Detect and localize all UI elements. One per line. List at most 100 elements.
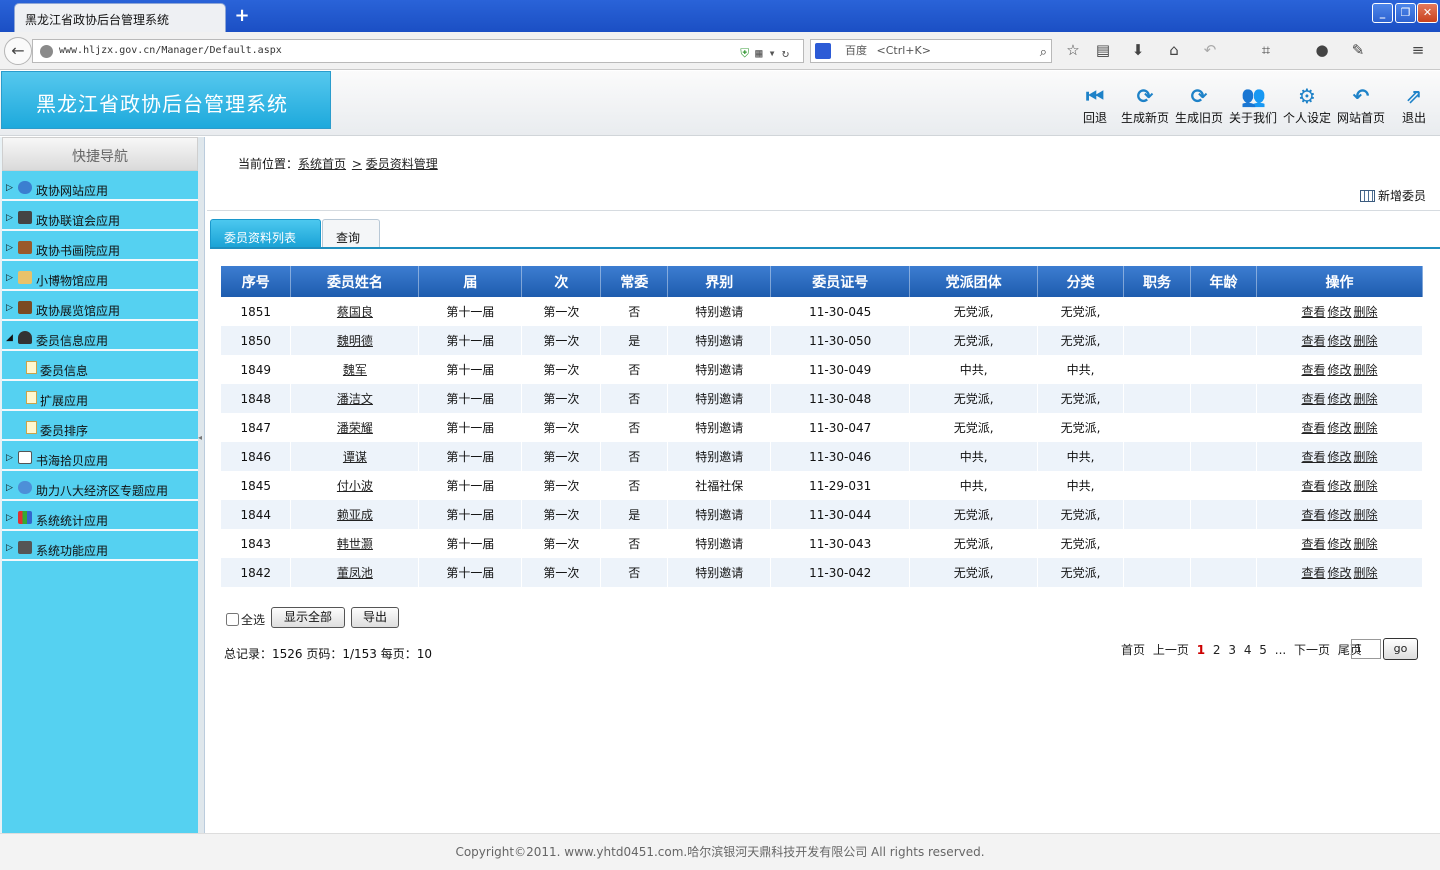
delete-link[interactable]: 删除 — [1354, 392, 1378, 406]
extension-icon[interactable]: ✎ — [1348, 40, 1368, 60]
go-button[interactable]: go — [1383, 638, 1418, 660]
edit-link[interactable]: 修改 — [1327, 450, 1351, 464]
about-button[interactable]: 👥 关于我们 — [1226, 85, 1280, 126]
pager-page-2[interactable]: 2 — [1213, 643, 1221, 657]
view-link[interactable]: 查看 — [1301, 363, 1325, 377]
member-name-link[interactable]: 谭谋 — [343, 450, 367, 464]
delete-link[interactable]: 删除 — [1354, 305, 1378, 319]
column-header[interactable]: 操作 — [1256, 266, 1423, 297]
chat-icon[interactable]: ● — [1312, 40, 1332, 60]
menu-icon[interactable]: ≡ — [1408, 40, 1428, 60]
member-name-link[interactable]: 韩世灏 — [337, 537, 373, 551]
pager-first[interactable]: 首页 — [1121, 643, 1145, 657]
delete-link[interactable]: 删除 — [1354, 334, 1378, 348]
member-name-link[interactable]: 魏明德 — [337, 334, 373, 348]
generate-old-button[interactable]: ⟳ 生成旧页 — [1172, 85, 1226, 126]
qr-icon[interactable]: ▦ — [755, 46, 768, 60]
address-bar[interactable]: www.hljzx.gov.cn/Manager/Default.aspx ⛨▦… — [32, 39, 804, 63]
column-header[interactable]: 职务 — [1123, 266, 1192, 297]
reader-icon[interactable]: ▤ — [1093, 40, 1113, 60]
sidebar-item-books[interactable]: ▷ 书海拾贝应用 — [2, 441, 198, 471]
breadcrumb-home-link[interactable]: 系统首页 — [298, 157, 346, 171]
view-link[interactable]: 查看 — [1301, 537, 1325, 551]
delete-link[interactable]: 删除 — [1354, 508, 1378, 522]
site-home-button[interactable]: ↶ 网站首页 — [1334, 85, 1388, 126]
undo-icon[interactable]: ↶ — [1200, 40, 1220, 60]
sidebar-subitem-member-info[interactable]: 委员信息 — [2, 351, 198, 381]
search-input[interactable]: 百度 <Ctrl+K> ⌕ — [810, 39, 1052, 63]
column-header[interactable]: 党派团体 — [909, 266, 1039, 297]
shield-icon[interactable]: ⛨ — [740, 46, 755, 60]
home-icon[interactable]: ⌂ — [1164, 40, 1184, 60]
back-button[interactable]: ← — [4, 37, 32, 65]
pager-prev[interactable]: 上一页 — [1153, 643, 1189, 657]
export-button[interactable]: 导出 — [351, 607, 399, 628]
sidebar-item-museum[interactable]: ▷ 小博物馆应用 — [2, 261, 198, 291]
column-header[interactable]: 委员证号 — [770, 266, 911, 297]
delete-link[interactable]: 删除 — [1354, 363, 1378, 377]
select-all-checkbox[interactable] — [226, 613, 239, 626]
edit-link[interactable]: 修改 — [1327, 508, 1351, 522]
bookmark-star-icon[interactable]: ☆ — [1063, 40, 1083, 60]
edit-link[interactable]: 修改 — [1327, 566, 1351, 580]
column-header[interactable]: 界别 — [667, 266, 772, 297]
column-header[interactable]: 常委 — [600, 266, 669, 297]
sidebar-item-exhibition[interactable]: ▷ 政协展览馆应用 — [2, 291, 198, 321]
view-link[interactable]: 查看 — [1301, 392, 1325, 406]
sidebar-item-members[interactable]: ◢ 委员信息应用 — [2, 321, 198, 351]
member-name-link[interactable]: 赖亚成 — [337, 508, 373, 522]
logout-button[interactable]: ⇗ 退出 — [1387, 85, 1440, 126]
column-header[interactable]: 分类 — [1037, 266, 1125, 297]
column-header[interactable]: 序号 — [221, 266, 292, 297]
edit-link[interactable]: 修改 — [1327, 305, 1351, 319]
pager-ellipsis[interactable]: ... — [1275, 643, 1286, 657]
delete-link[interactable]: 删除 — [1354, 421, 1378, 435]
member-name-link[interactable]: 潘荣耀 — [337, 421, 373, 435]
column-header[interactable]: 次 — [521, 266, 602, 297]
pager-page-3[interactable]: 3 — [1228, 643, 1236, 657]
close-button[interactable]: ✕ — [1417, 3, 1438, 23]
settings-button[interactable]: ⚙ 个人设定 — [1280, 85, 1334, 126]
add-member-button[interactable]: 新增委员 — [1359, 187, 1426, 204]
dropdown-icon[interactable]: ▾ — [769, 46, 782, 60]
view-link[interactable]: 查看 — [1301, 305, 1325, 319]
sidebar-item-economic-zones[interactable]: ▷ 助力八大经济区专题应用 — [2, 471, 198, 501]
minimize-button[interactable]: _ — [1372, 3, 1393, 23]
delete-link[interactable]: 删除 — [1354, 479, 1378, 493]
sidebar-item-statistics[interactable]: ▷ 系统统计应用 — [2, 501, 198, 531]
browser-tab[interactable]: 黑龙江省政协后台管理系统 — [14, 3, 226, 32]
breadcrumb-current-link[interactable]: 委员资料管理 — [366, 157, 438, 171]
delete-link[interactable]: 删除 — [1354, 537, 1378, 551]
maximize-button[interactable]: ❐ — [1395, 3, 1416, 23]
view-link[interactable]: 查看 — [1301, 450, 1325, 464]
sidebar-item-website[interactable]: ▷ 政协网站应用 — [2, 171, 198, 201]
delete-link[interactable]: 删除 — [1354, 566, 1378, 580]
search-icon[interactable]: ⌕ — [1040, 42, 1047, 64]
crop-icon[interactable]: ⌗ — [1256, 40, 1276, 60]
sidebar-subitem-member-order[interactable]: 委员排序 — [2, 411, 198, 441]
column-header[interactable]: 届 — [418, 266, 523, 297]
member-name-link[interactable]: 魏军 — [343, 363, 367, 377]
rewind-button[interactable]: ⏮ 回退 — [1068, 85, 1122, 126]
edit-link[interactable]: 修改 — [1327, 363, 1351, 377]
view-link[interactable]: 查看 — [1301, 566, 1325, 580]
delete-link[interactable]: 删除 — [1354, 450, 1378, 464]
member-name-link[interactable]: 蔡国良 — [337, 305, 373, 319]
select-all[interactable]: 全选 — [226, 611, 265, 628]
new-tab-button[interactable]: + — [234, 5, 250, 26]
pager-page-4[interactable]: 4 — [1244, 643, 1252, 657]
view-link[interactable]: 查看 — [1301, 334, 1325, 348]
sidebar-collapse-bar[interactable]: ◂ — [198, 137, 204, 833]
edit-link[interactable]: 修改 — [1327, 334, 1351, 348]
generate-new-button[interactable]: ⟳ 生成新页 — [1118, 85, 1172, 126]
view-link[interactable]: 查看 — [1301, 479, 1325, 493]
column-header[interactable]: 委员姓名 — [290, 266, 420, 297]
download-icon[interactable]: ⬇ — [1128, 40, 1148, 60]
member-name-link[interactable]: 潘洁文 — [337, 392, 373, 406]
tab-query[interactable]: 查询 — [322, 219, 380, 247]
member-name-link[interactable]: 付小波 — [337, 479, 373, 493]
page-number-input[interactable]: 1 — [1351, 639, 1381, 659]
column-header[interactable]: 年龄 — [1190, 266, 1257, 297]
edit-link[interactable]: 修改 — [1327, 421, 1351, 435]
view-link[interactable]: 查看 — [1301, 508, 1325, 522]
